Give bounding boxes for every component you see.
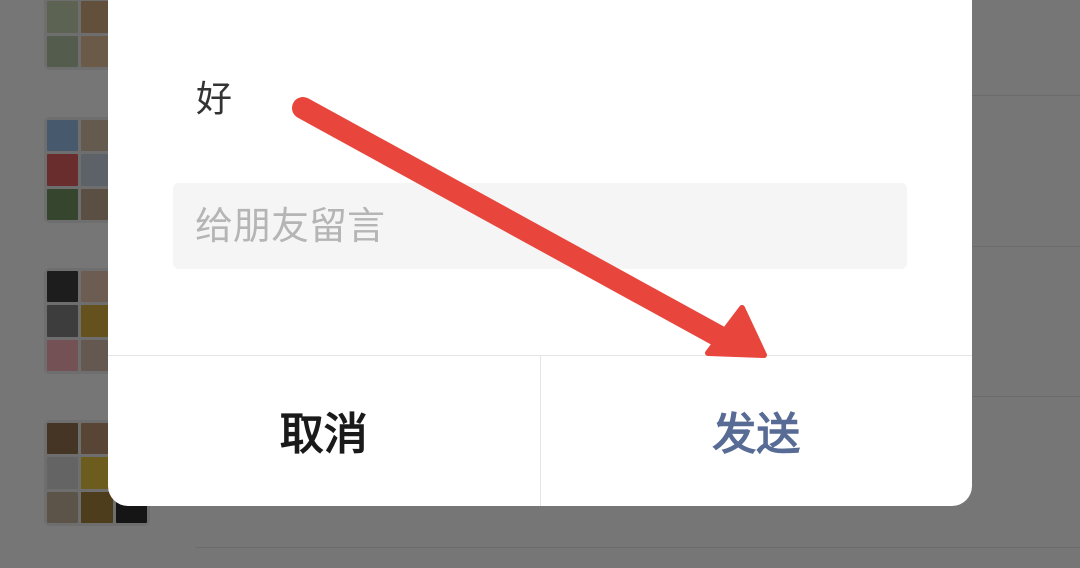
cancel-button[interactable]: 取消 (108, 356, 541, 506)
share-dialog: 好 取消 发送 (108, 0, 972, 506)
dialog-button-bar: 取消 发送 (108, 355, 972, 506)
screen: 好 取消 发送 (0, 0, 1080, 568)
shared-content-preview: 好 (196, 79, 233, 120)
send-button[interactable]: 发送 (541, 356, 973, 506)
message-input[interactable] (173, 183, 907, 269)
